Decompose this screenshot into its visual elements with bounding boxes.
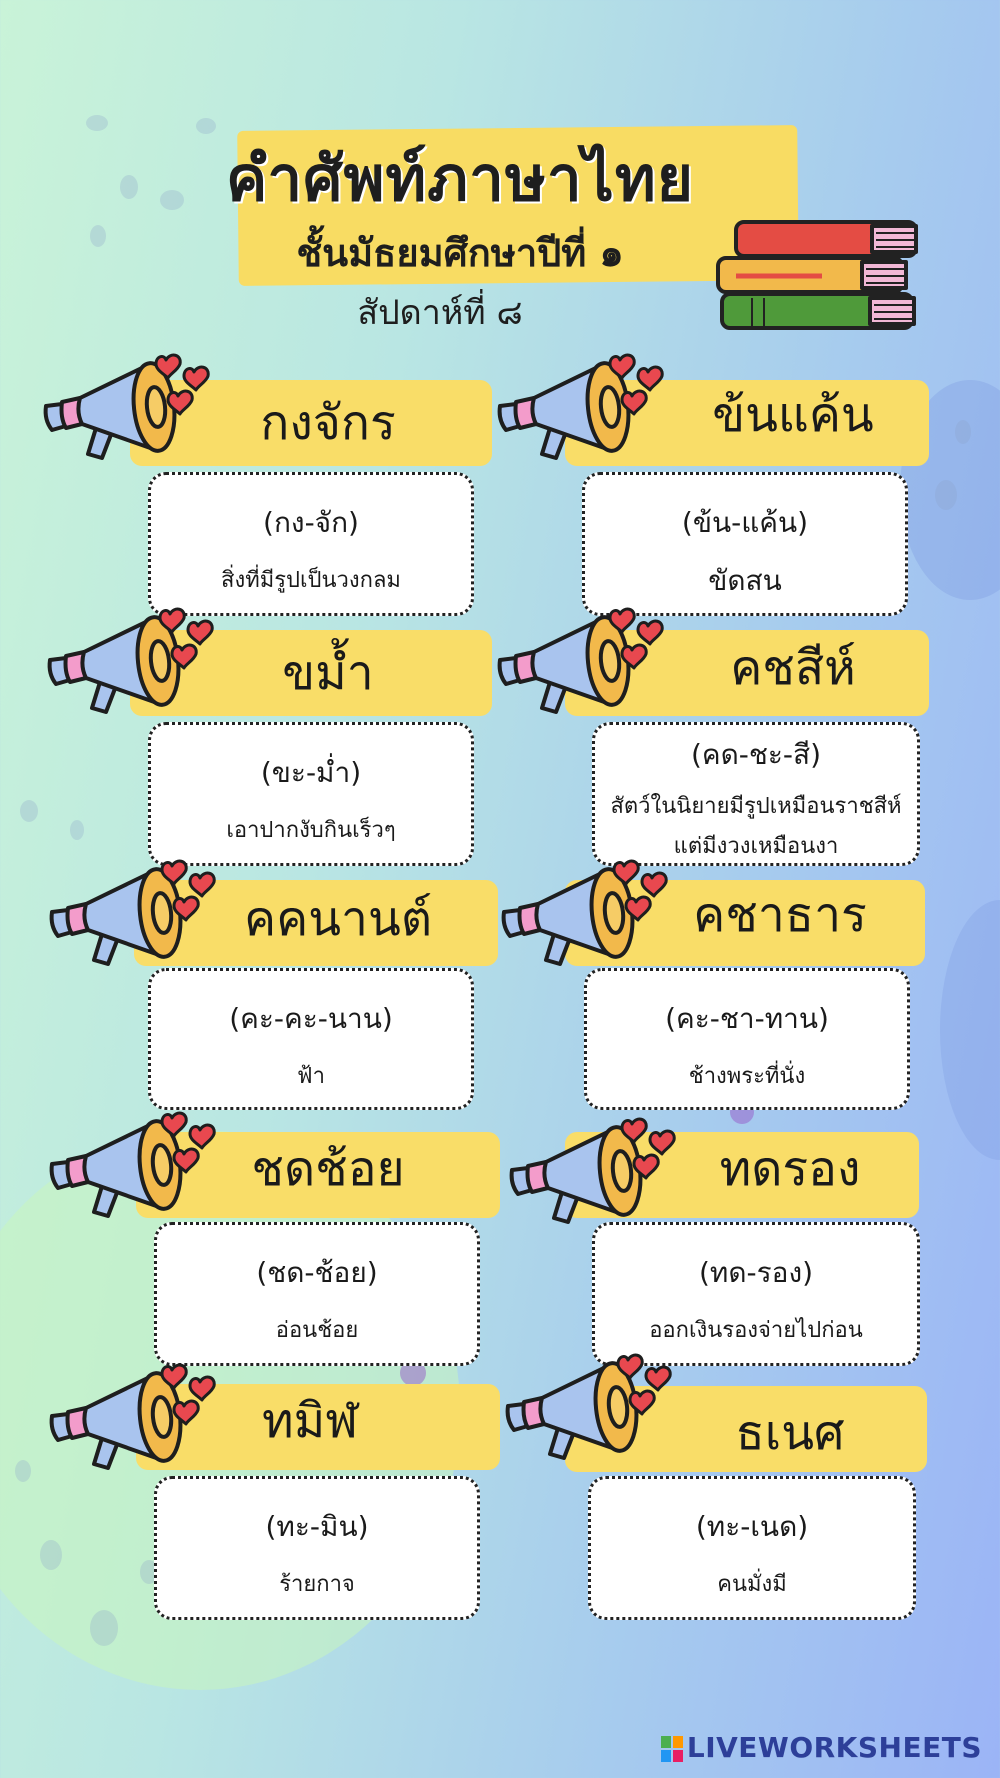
megaphone-icon	[496, 852, 676, 982]
pronunciation: (ทะ-มิน)	[265, 1510, 369, 1543]
vocab-word: คชาธาร	[693, 887, 867, 943]
megaphone-icon	[492, 600, 672, 730]
definition-box: (ชด-ช้อย) อ่อนช้อย	[154, 1222, 480, 1366]
megaphone-icon	[44, 1104, 224, 1234]
meaning: ออกเงินรองจ่ายไปก่อน	[649, 1318, 863, 1343]
megaphone-icon	[504, 1110, 684, 1240]
pronunciation: (ขะ-ม่ำ)	[260, 756, 362, 789]
meaning: เอาปากงับกินเร็วๆ	[226, 818, 396, 843]
pronunciation: (ข้น-แค้น)	[681, 506, 809, 539]
definition-box: (ขะ-ม่ำ) เอาปากงับกินเร็วๆ	[148, 722, 474, 866]
megaphone-icon	[44, 1356, 224, 1486]
vocab-word: ทดรอง	[719, 1141, 861, 1197]
definition-box: (ทด-รอง) ออกเงินรองจ่ายไปก่อน	[592, 1222, 920, 1366]
meaning: ร้ายกาจ	[279, 1572, 355, 1597]
liveworksheets-logo-icon	[660, 1736, 683, 1762]
definition-box: (ทะ-มิน) ร้ายกาจ	[154, 1476, 480, 1620]
vocab-word: คชสีห์	[730, 640, 856, 696]
definition-box: (คะ-ชา-ทาน) ช้างพระที่นั่ง	[584, 968, 910, 1110]
megaphone-icon	[38, 346, 218, 476]
vocab-word: คคนานต์	[244, 891, 432, 947]
footer-brand[interactable]: LIVEWORKSHEETS	[660, 1731, 982, 1764]
meaning: สัตว์ในนิยายมีรูปเหมือนราชสีห์	[610, 794, 902, 819]
page-title: คำศัพท์ภาษาไทย	[225, 142, 695, 215]
pronunciation: (คะ-ชา-ทาน)	[665, 1002, 829, 1035]
definition-box: (คด-ชะ-สี) สัตว์ในนิยายมีรูปเหมือนราชสีห…	[592, 722, 920, 866]
definition-box: (คะ-คะ-นาน) ฟ้า	[148, 968, 474, 1110]
pronunciation: (คด-ชะ-สี)	[690, 738, 822, 771]
meaning: ขัดสน	[708, 564, 782, 597]
definition-box: (ทะ-เนด) คนมั่งมี	[588, 1476, 916, 1620]
pronunciation: (ทด-รอง)	[698, 1256, 814, 1289]
books-stack-icon	[716, 220, 918, 330]
vocab-word: ธเนศ	[735, 1405, 845, 1461]
megaphone-icon	[42, 600, 222, 730]
megaphone-icon	[492, 346, 672, 476]
definition-box: (กง-จัก) สิ่งที่มีรูปเป็นวงกลม	[148, 472, 474, 616]
footer-brand-text: LIVEWORKSHEETS	[686, 1731, 982, 1764]
definition-box: (ข้น-แค้น) ขัดสน	[582, 472, 908, 616]
meaning: คนมั่งมี	[717, 1572, 787, 1597]
meaning: อ่อนช้อย	[275, 1318, 359, 1343]
meaning: ช้างพระที่นั่ง	[688, 1064, 806, 1089]
pronunciation: (ทะ-เนด)	[695, 1510, 809, 1543]
header: คำศัพท์ภาษาไทย ชั้นมัธยมศึกษาปีที่ ๑ สัป…	[0, 0, 1000, 340]
meaning: สิ่งที่มีรูปเป็นวงกลม	[221, 568, 401, 593]
pronunciation: (คะ-คะ-นาน)	[229, 1002, 393, 1035]
meaning: ฟ้า	[297, 1064, 325, 1089]
vocab-word: ข้นแค้น	[712, 387, 874, 443]
pronunciation: (กง-จัก)	[263, 506, 359, 539]
megaphone-icon	[44, 852, 224, 982]
pronunciation: (ชด-ช้อย)	[256, 1256, 378, 1289]
megaphone-icon	[500, 1346, 680, 1476]
